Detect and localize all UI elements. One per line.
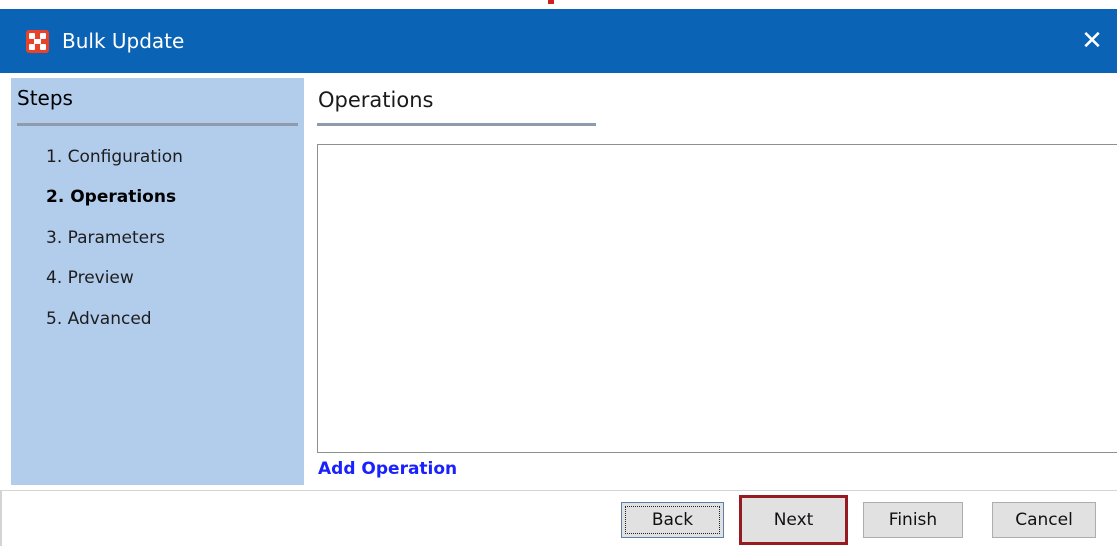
add-operation-link[interactable]: Add Operation (318, 459, 457, 479)
steps-divider (17, 123, 298, 126)
page-title-divider (317, 123, 596, 126)
operations-list[interactable] (317, 144, 1117, 453)
step-preview[interactable]: 4. Preview (46, 268, 134, 288)
step-configuration[interactable]: 1. Configuration (46, 147, 183, 167)
window-title: Bulk Update (62, 29, 185, 53)
finish-button[interactable]: Finish (863, 502, 963, 538)
cancel-button[interactable]: Cancel (992, 502, 1096, 538)
step-advanced[interactable]: 5. Advanced (46, 309, 152, 329)
annotation-mark (548, 0, 554, 4)
step-parameters[interactable]: 3. Parameters (46, 228, 165, 248)
footer-edge (0, 491, 2, 546)
next-button[interactable]: Next (739, 495, 848, 545)
close-icon[interactable]: ✕ (1067, 23, 1117, 59)
footer-divider (0, 490, 1117, 491)
top-strip (0, 0, 1117, 9)
step-operations[interactable]: 2. Operations (46, 187, 176, 207)
app-logo-icon (26, 30, 49, 53)
steps-header: Steps (17, 86, 73, 110)
steps-panel: Steps 1. Configuration 2. Operations 3. … (11, 78, 304, 485)
title-bar: Bulk Update ✕ (0, 9, 1117, 73)
page-title: Operations (318, 88, 434, 112)
back-button[interactable]: Back (621, 502, 724, 538)
